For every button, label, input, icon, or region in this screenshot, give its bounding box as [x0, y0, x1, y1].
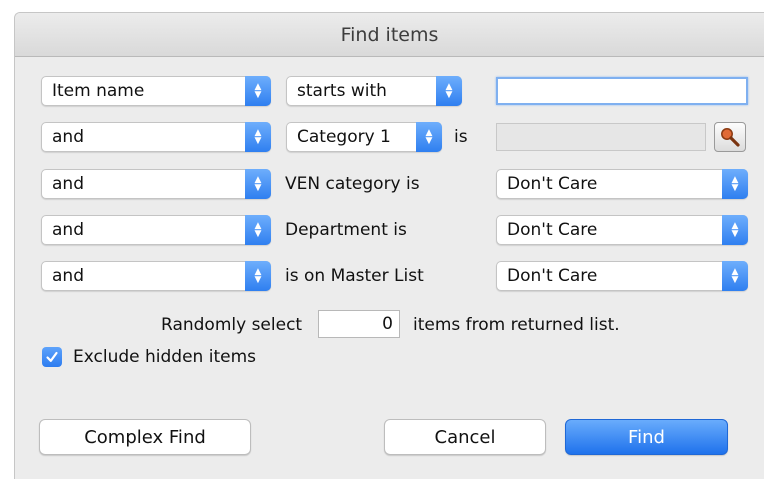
- up-down-chevron-icon: ▲ ▼: [722, 261, 748, 291]
- find-items-dialog: Find items Item name ▲ ▼ starts with ▲ ▼ a…: [14, 12, 764, 479]
- department-label: Department is: [285, 220, 407, 240]
- category-value-field: [496, 123, 706, 151]
- checkmark-icon: [46, 351, 58, 362]
- random-count-input[interactable]: 0: [318, 310, 400, 338]
- up-down-chevron-icon: ▲ ▼: [722, 215, 748, 245]
- random-select-prefix: Randomly select: [161, 315, 303, 335]
- ven-category-popup[interactable]: Don't Care ▲ ▼: [496, 169, 748, 199]
- dialog-title: Find items: [15, 13, 764, 57]
- category-popup-row2[interactable]: Category 1 ▲ ▼: [286, 122, 442, 152]
- up-down-chevron-icon: ▲ ▼: [245, 169, 271, 199]
- up-down-chevron-icon: ▲ ▼: [245, 76, 271, 106]
- random-select-suffix: items from returned list.: [413, 315, 620, 335]
- complex-find-button[interactable]: Complex Find: [39, 419, 251, 455]
- up-down-chevron-icon: ▲ ▼: [416, 122, 442, 152]
- category-is-label: is: [454, 127, 468, 147]
- ven-category-label: VEN category is: [285, 174, 420, 194]
- conjunction-popup-row5-value: and: [52, 266, 84, 286]
- conjunction-popup-row4[interactable]: and ▲ ▼: [41, 215, 271, 245]
- conjunction-popup-row2[interactable]: and ▲ ▼: [41, 122, 271, 152]
- field-popup-row1[interactable]: Item name ▲ ▼: [41, 76, 271, 106]
- up-down-chevron-icon: ▲ ▼: [245, 122, 271, 152]
- cancel-button[interactable]: Cancel: [384, 419, 546, 455]
- conjunction-popup-row4-value: and: [52, 220, 84, 240]
- field-popup-row1-value: Item name: [52, 81, 145, 101]
- master-list-popup-value: Don't Care: [507, 266, 598, 286]
- lookup-button[interactable]: [714, 122, 746, 152]
- ven-category-popup-value: Don't Care: [507, 174, 598, 194]
- master-list-popup[interactable]: Don't Care ▲ ▼: [496, 261, 748, 291]
- search-value-input[interactable]: [496, 77, 748, 105]
- up-down-chevron-icon: ▲ ▼: [245, 215, 271, 245]
- up-down-chevron-icon: ▲ ▼: [245, 261, 271, 291]
- master-list-label: is on Master List: [285, 266, 424, 286]
- conjunction-popup-row5[interactable]: and ▲ ▼: [41, 261, 271, 291]
- up-down-chevron-icon: ▲ ▼: [436, 76, 462, 106]
- department-popup[interactable]: Don't Care ▲ ▼: [496, 215, 748, 245]
- magnifier-icon: [721, 128, 740, 147]
- exclude-hidden-checkbox[interactable]: [42, 347, 62, 367]
- department-popup-value: Don't Care: [507, 220, 598, 240]
- exclude-hidden-label: Exclude hidden items: [73, 347, 256, 367]
- conjunction-popup-row3[interactable]: and ▲ ▼: [41, 169, 271, 199]
- conjunction-popup-row2-value: and: [52, 127, 84, 147]
- operator-popup-row1[interactable]: starts with ▲ ▼: [286, 76, 462, 106]
- find-button[interactable]: Find: [565, 419, 728, 455]
- conjunction-popup-row3-value: and: [52, 174, 84, 194]
- up-down-chevron-icon: ▲ ▼: [722, 169, 748, 199]
